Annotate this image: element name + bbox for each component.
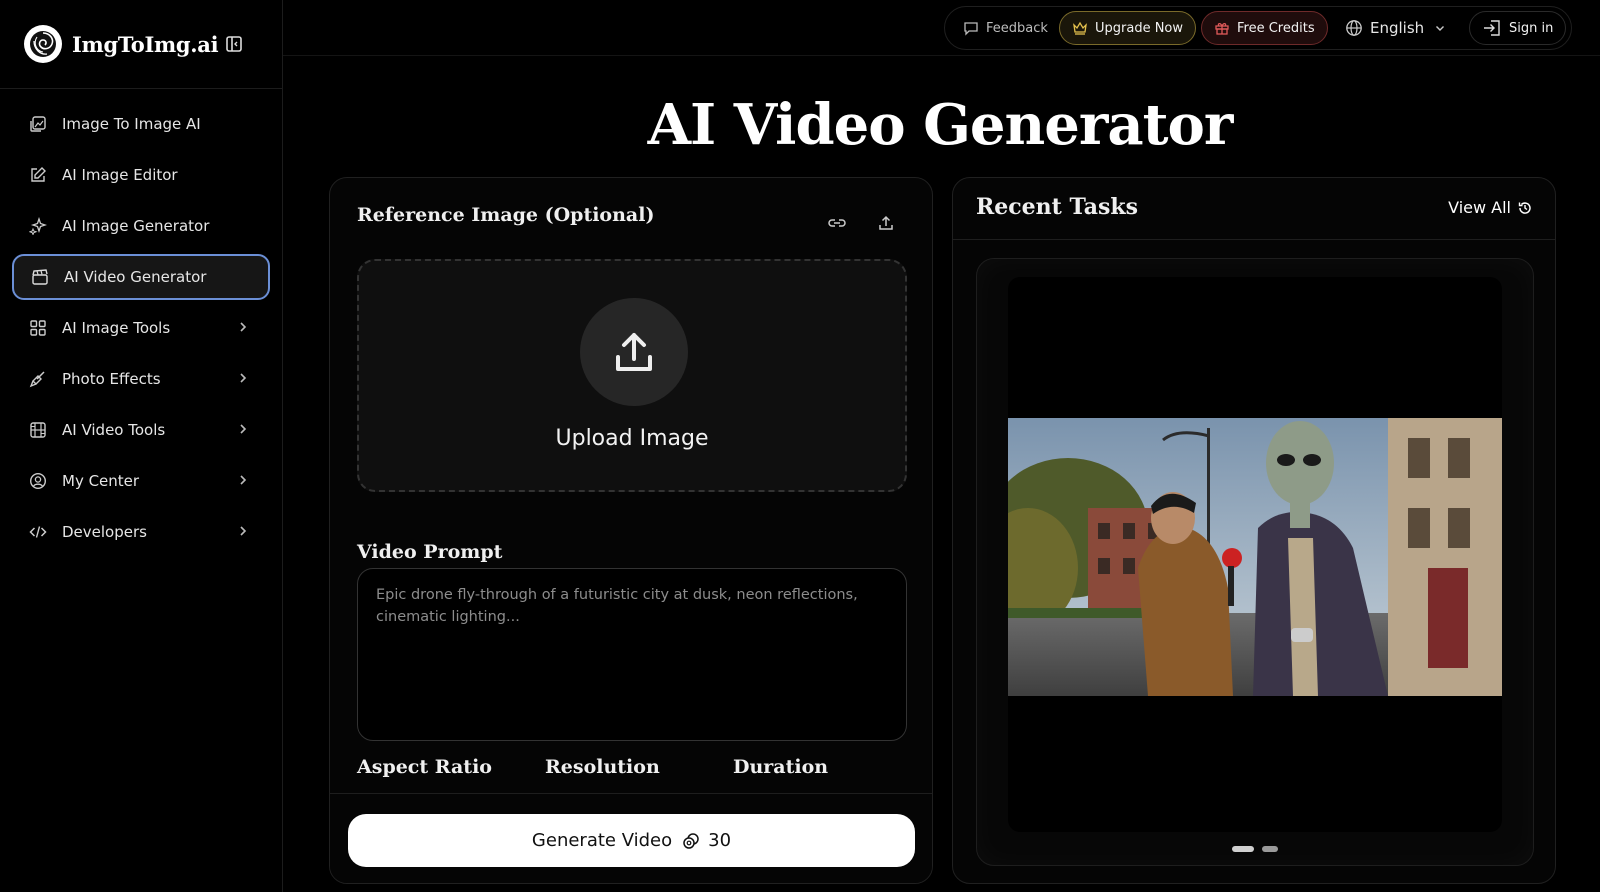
generate-video-button[interactable]: Generate Video 30	[348, 814, 915, 867]
chevron-right-icon	[240, 322, 247, 332]
sidebar-item-label: Image To Image AI	[62, 115, 201, 133]
free-credits-label: Free Credits	[1237, 20, 1315, 36]
sidebar-item-label: AI Image Tools	[62, 319, 171, 337]
history-icon	[1518, 201, 1531, 214]
sidebar-item-label: Photo Effects	[62, 370, 161, 388]
login-icon	[1484, 20, 1500, 36]
sidebar-item-label: AI Image Editor	[62, 166, 178, 184]
chevron-right-icon	[240, 424, 247, 434]
video-prompt-input[interactable]: Epic drone fly-through of a futuristic c…	[357, 568, 907, 741]
sidebar-item-image-generator[interactable]: AI Image Generator	[12, 203, 270, 249]
logo-icon	[24, 25, 62, 63]
sidebar-item-label: Developers	[62, 523, 147, 541]
sidebar-collapse-icon[interactable]	[224, 34, 244, 54]
duration-label: Duration	[733, 756, 829, 778]
chevron-down-icon	[1436, 26, 1445, 31]
view-all-button[interactable]: View All	[1448, 198, 1533, 217]
grid-icon	[28, 318, 48, 338]
carousel-dot[interactable]	[1232, 846, 1254, 852]
aspect-ratio-label: Aspect Ratio	[357, 756, 492, 778]
upload-image-label: Upload Image	[555, 426, 709, 451]
recent-tasks-title: Recent Tasks	[976, 194, 1139, 220]
gift-icon	[1215, 23, 1229, 35]
code-icon	[28, 522, 48, 542]
topbar-divider	[283, 55, 1600, 56]
generate-label: Generate Video	[531, 830, 673, 851]
globe-icon	[1346, 20, 1362, 36]
upload-small-icon[interactable]	[875, 212, 897, 234]
sidebar-item-label: My Center	[62, 472, 140, 490]
sidebar-item-image-tools[interactable]: AI Image Tools	[12, 305, 270, 351]
sidebar-item-label: AI Video Generator	[64, 268, 207, 286]
crown-icon	[1073, 21, 1087, 35]
video-prompt-label: Video Prompt	[357, 541, 503, 563]
sidebar-item-my-center[interactable]: My Center	[12, 458, 270, 504]
form-footer: Generate Video 30	[330, 793, 932, 883]
feedback-label: Feedback	[986, 20, 1048, 36]
sidebar-item-label: AI Video Tools	[62, 421, 166, 439]
message-icon	[964, 22, 978, 36]
chevron-right-icon	[240, 373, 247, 383]
upload-icon	[580, 298, 688, 406]
sign-in-label: Sign in	[1509, 20, 1554, 36]
sidebar-item-developers[interactable]: Developers	[12, 509, 270, 555]
brush-icon	[28, 369, 48, 389]
brand-name: ImgToImg.ai	[72, 31, 219, 57]
topbar: Feedback Upgrade Now Free Credits Englis…	[944, 6, 1572, 50]
image-edit-icon	[28, 114, 48, 134]
language-label: English	[1370, 19, 1425, 37]
upgrade-button[interactable]: Upgrade Now	[1059, 11, 1197, 45]
sidebar: ImgToImg.ai Image To Image AI AI Image E…	[0, 0, 283, 892]
chevron-right-icon	[240, 475, 247, 485]
video-thumbnail-image	[1008, 418, 1502, 696]
view-all-label: View All	[1448, 198, 1511, 217]
sidebar-item-video-tools[interactable]: AI Video Tools	[12, 407, 270, 453]
recent-tasks-panel: Recent Tasks View All	[952, 177, 1556, 884]
generate-cost: 30	[708, 830, 732, 851]
coin-icon	[682, 832, 700, 850]
feedback-button[interactable]: Feedback	[951, 11, 1060, 45]
recent-divider	[953, 239, 1555, 240]
chevron-right-icon	[240, 526, 247, 536]
sidebar-divider	[0, 88, 283, 89]
page-title: AI Video Generator	[647, 92, 1234, 158]
carousel-dot[interactable]	[1262, 846, 1278, 852]
resolution-label: Resolution	[545, 756, 660, 778]
task-preview-card[interactable]	[976, 258, 1534, 866]
generator-form-panel: Reference Image (Optional) Upload Image …	[329, 177, 933, 884]
reference-image-title: Reference Image (Optional)	[357, 204, 655, 226]
upload-dropzone[interactable]: Upload Image	[357, 259, 907, 492]
video-preview[interactable]	[1008, 277, 1502, 832]
user-circle-icon	[28, 471, 48, 491]
brand[interactable]: ImgToImg.ai	[24, 24, 219, 64]
upgrade-label: Upgrade Now	[1095, 20, 1184, 36]
sidebar-item-video-generator[interactable]: AI Video Generator	[12, 254, 270, 300]
free-credits-button[interactable]: Free Credits	[1201, 11, 1328, 45]
sidebar-item-image-to-image[interactable]: Image To Image AI	[12, 101, 270, 147]
sidebar-item-label: AI Image Generator	[62, 217, 210, 235]
sidebar-item-photo-effects[interactable]: Photo Effects	[12, 356, 270, 402]
carousel-indicators	[1232, 846, 1286, 852]
sign-in-button[interactable]: Sign in	[1469, 11, 1567, 45]
language-select[interactable]: English	[1333, 11, 1458, 45]
link-icon[interactable]	[826, 212, 848, 234]
sidebar-item-image-editor[interactable]: AI Image Editor	[12, 152, 270, 198]
sidebar-nav: Image To Image AI AI Image Editor AI Ima…	[12, 101, 270, 560]
sparkles-icon	[28, 216, 48, 236]
clapperboard-icon	[30, 267, 50, 287]
film-icon	[28, 420, 48, 440]
pencil-square-icon	[28, 165, 48, 185]
